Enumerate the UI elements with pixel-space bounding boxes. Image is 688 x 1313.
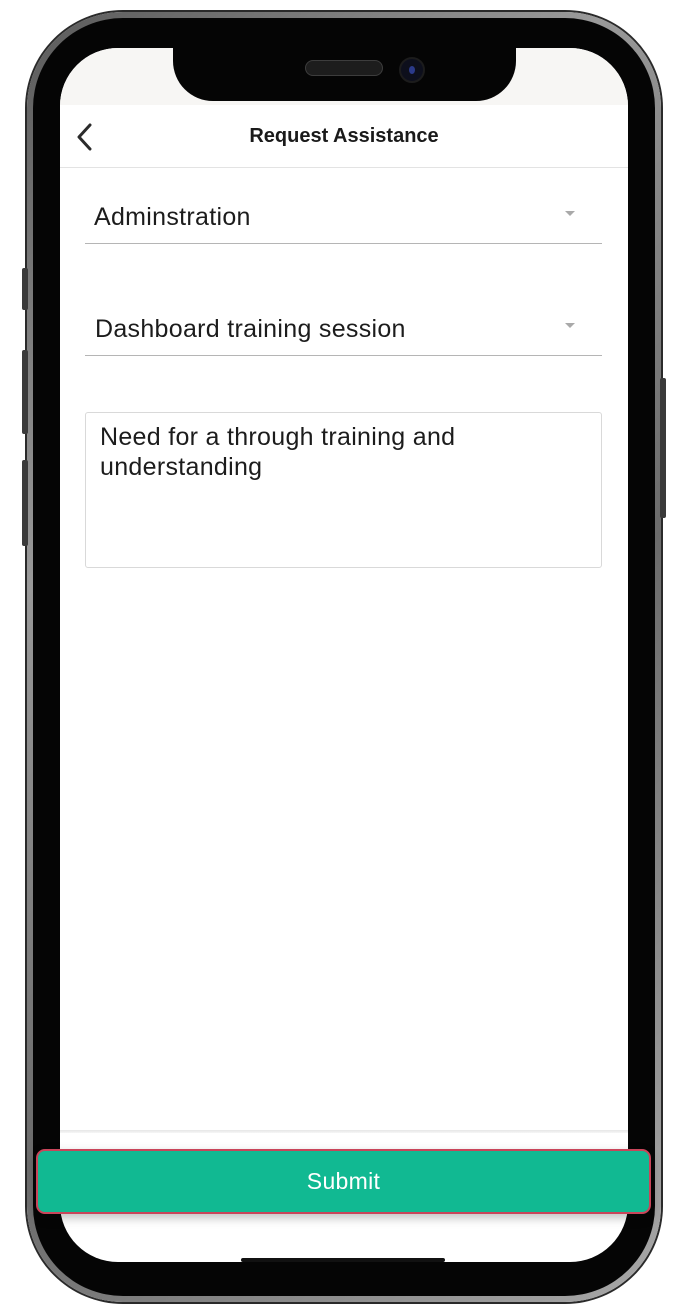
page-title: Request Assistance — [249, 125, 439, 147]
category-select-value: Adminstration — [94, 203, 251, 231]
phone-silent-switch — [22, 268, 28, 310]
phone-power-button — [660, 378, 666, 518]
phone-volume-down-button — [22, 460, 28, 546]
topic-select-value: Dashboard training session — [95, 315, 406, 343]
caret-down-icon — [565, 211, 575, 216]
description-textarea[interactable]: Need for a through training and understa… — [85, 412, 602, 568]
category-select[interactable]: Adminstration — [85, 193, 602, 244]
home-indicator[interactable] — [241, 1258, 445, 1262]
topic-select[interactable]: Dashboard training session — [85, 305, 602, 356]
phone-volume-up-button — [22, 350, 28, 434]
navigation-header: Request Assistance — [60, 105, 628, 168]
speaker-grille — [305, 60, 383, 76]
app-screen: Request Assistance Adminstration Dashboa… — [60, 48, 628, 1262]
description-text: Need for a through training and understa… — [100, 423, 456, 481]
caret-down-icon — [565, 323, 575, 328]
bottom-divider — [60, 1130, 628, 1133]
phone-notch — [173, 48, 516, 101]
front-camera — [399, 57, 425, 83]
submit-button[interactable]: Submit — [36, 1149, 651, 1214]
